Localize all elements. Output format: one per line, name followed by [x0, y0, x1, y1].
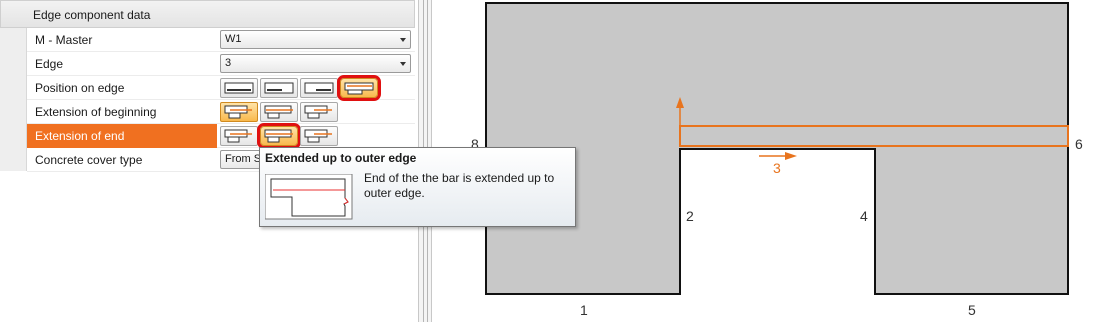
edge-label: 2 — [686, 208, 694, 224]
position-along-edge-button[interactable] — [337, 75, 381, 101]
app-root: Edge component data M - Master W1 Edge 3… — [0, 0, 1099, 322]
extension-none-icon — [224, 129, 252, 143]
position-full-icon — [224, 82, 254, 94]
end-extension-inner-button[interactable] — [300, 126, 338, 146]
dropdown-arrow-icon — [400, 62, 406, 66]
edge-label: 4 — [860, 208, 868, 224]
master-combo[interactable]: W1 — [220, 30, 411, 49]
property-label: Concrete cover type — [35, 153, 143, 167]
combo-value: 3 — [225, 57, 232, 69]
extension-outer-icon — [264, 105, 293, 119]
tooltip-description: End of the the bar is extended up to out… — [364, 171, 555, 200]
property-label: Position on edge — [35, 81, 125, 95]
position-right-button[interactable] — [300, 78, 338, 98]
property-label: Edge — [35, 57, 64, 71]
right-arrow-icon — [785, 152, 797, 160]
property-row-extension-end: Extension of end — [27, 123, 415, 149]
extended-outer-edge-illustration — [265, 174, 353, 220]
edge-label: 6 — [1075, 136, 1083, 152]
property-label: Extension of end — [35, 129, 125, 143]
property-row-extension-beginning: Extension of beginning — [27, 100, 415, 124]
property-row-edge: Edge 3 — [27, 52, 415, 76]
position-left-button[interactable] — [260, 78, 298, 98]
property-row-position: Position on edge — [27, 75, 415, 101]
edge-combo[interactable]: 3 — [220, 54, 411, 73]
panel-gutter — [0, 28, 27, 171]
edge-label: 1 — [580, 302, 588, 318]
end-extension-none-button[interactable] — [220, 126, 258, 146]
dropdown-arrow-icon — [400, 38, 406, 42]
position-left-icon — [264, 82, 294, 94]
combo-value: W1 — [225, 33, 242, 45]
position-right-icon — [304, 82, 334, 94]
property-label: Extension of beginning — [35, 105, 157, 119]
edge-label-active: 3 — [773, 160, 781, 176]
combo-value: From S — [225, 153, 262, 165]
property-label: M - Master — [35, 33, 93, 47]
extension-inner-icon — [304, 129, 332, 143]
begin-extension-outer-button[interactable] — [260, 102, 298, 122]
position-full-button[interactable] — [220, 78, 258, 98]
end-extension-outer-button[interactable] — [257, 123, 301, 149]
panel-header[interactable]: Edge component data — [0, 0, 415, 28]
property-row-master: M - Master W1 — [27, 28, 415, 52]
extension-inner-icon — [304, 105, 332, 119]
panel-title: Edge component data — [33, 8, 151, 22]
position-along-edge-icon — [344, 82, 374, 95]
property-panel: Edge component data M - Master W1 Edge 3… — [0, 0, 415, 172]
extension-outer-icon — [264, 129, 293, 143]
extension-none-icon — [224, 105, 252, 119]
tooltip-title: Extended up to outer edge — [265, 151, 417, 165]
edge-label: 5 — [968, 302, 976, 318]
begin-extension-none-button[interactable] — [220, 102, 258, 122]
tooltip: Extended up to outer edge End of the the… — [259, 147, 576, 227]
begin-extension-inner-button[interactable] — [300, 102, 338, 122]
